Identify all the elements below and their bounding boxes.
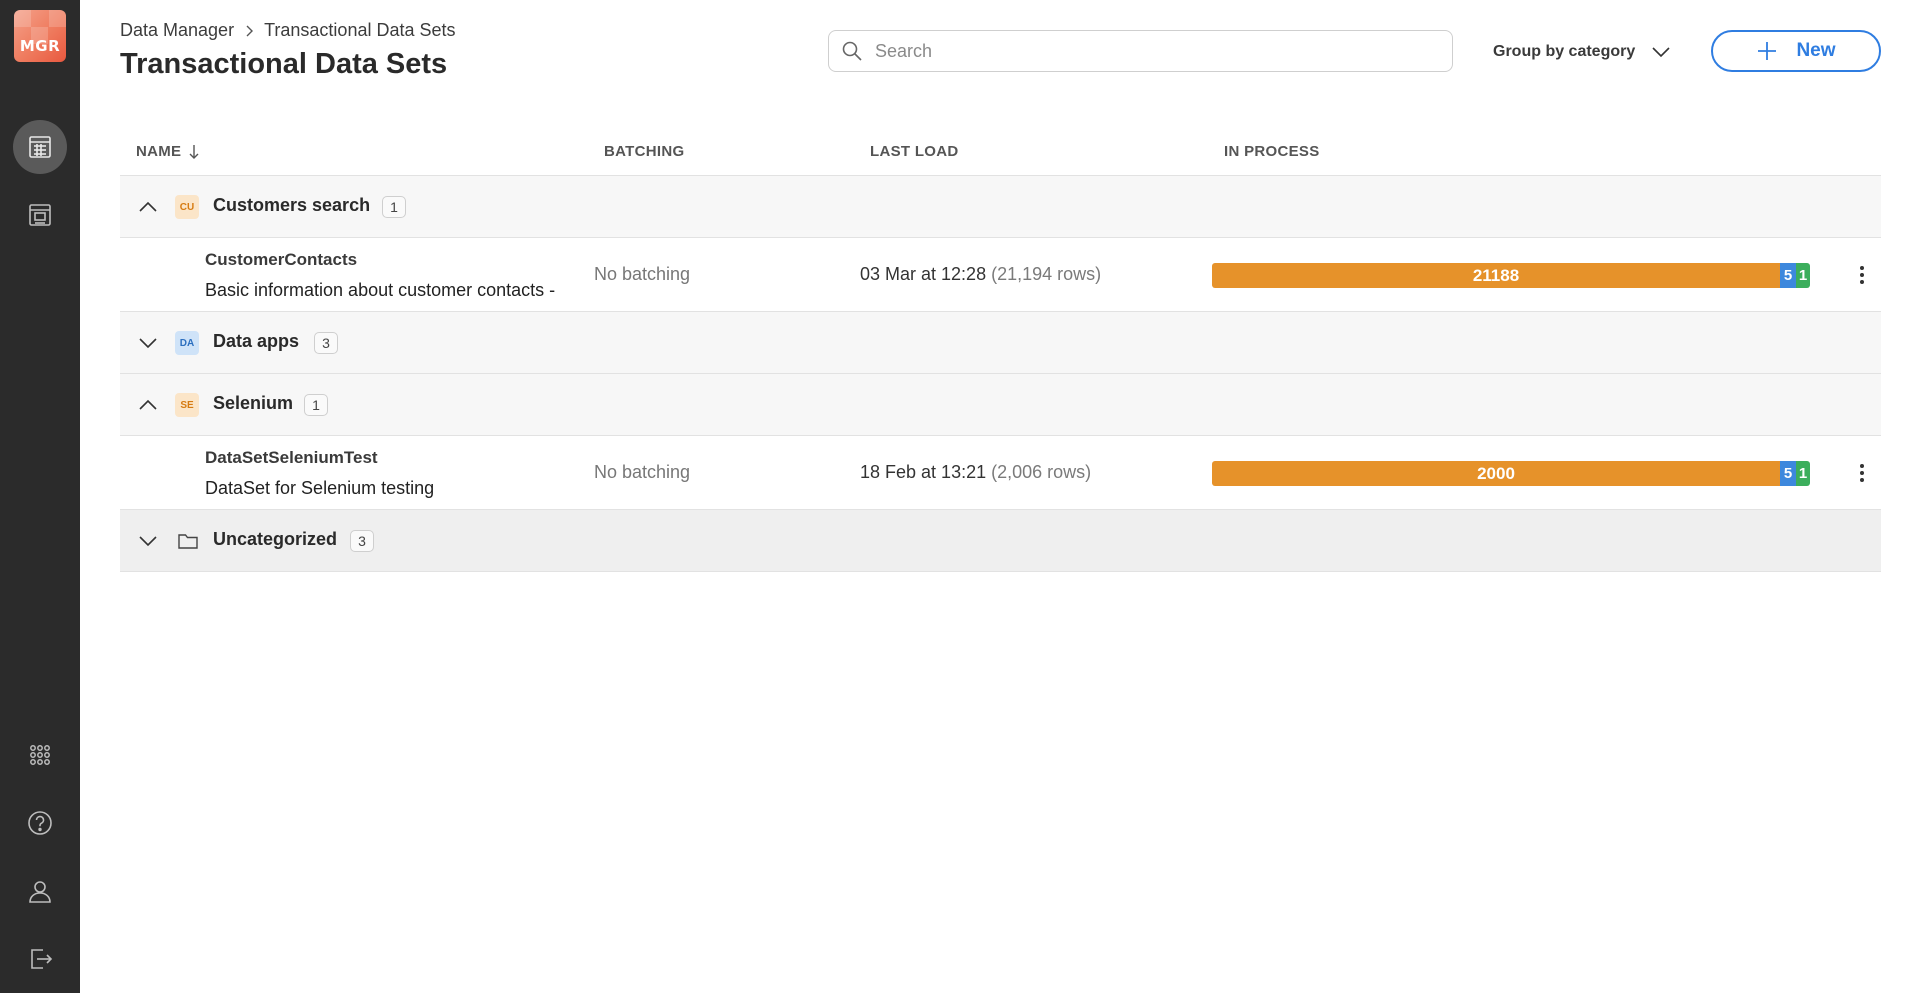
more-options-icon[interactable] (1856, 461, 1868, 485)
group-count: 3 (350, 530, 374, 552)
table-row[interactable]: DataSetSeleniumTest DataSet for Selenium… (120, 436, 1881, 510)
batching-value: No batching (594, 264, 691, 284)
table-row[interactable]: CustomerContacts Basic information about… (120, 238, 1881, 312)
group-name: Selenium (213, 393, 294, 413)
help-icon (28, 811, 52, 835)
column-header-last-load[interactable]: LAST LOAD (870, 143, 959, 160)
chevron-up-icon[interactable] (136, 393, 160, 417)
category-badge: DA (175, 331, 199, 355)
logo-text: MGR (19, 37, 61, 55)
sort-descending-icon (189, 144, 199, 159)
queued-count: 5 (1780, 263, 1796, 288)
chevron-down-icon[interactable] (136, 529, 160, 553)
last-load-date: 18 Feb at 13:21 (860, 462, 987, 482)
plus-icon (1758, 42, 1777, 60)
data-sets-table: NAME BATCHING LAST LOAD IN PROCESS CU Cu… (120, 128, 1881, 572)
sidebar-item-logout[interactable] (13, 932, 67, 986)
group-by-dropdown[interactable]: Group by category (1493, 40, 1673, 64)
chevron-right-icon (246, 25, 254, 36)
column-header-in-process[interactable]: IN PROCESS (1224, 143, 1320, 160)
more-options-icon[interactable] (1856, 263, 1868, 287)
last-load-date: 03 Mar at 12:28 (860, 264, 987, 284)
group-name: Data apps (213, 331, 300, 351)
group-name: Uncategorized (213, 529, 338, 549)
breadcrumb-item-current: Transactional Data Sets (264, 20, 456, 40)
folder-icon (178, 534, 198, 549)
in-process-count: 21188 (1212, 263, 1780, 288)
group-count: 3 (314, 332, 338, 354)
group-row-uncategorized[interactable]: Uncategorized 3 (120, 510, 1881, 572)
sidebar-item-help[interactable] (13, 796, 67, 850)
last-load-rows: (2,006 rows) (991, 462, 1092, 482)
done-count: 1 (1796, 263, 1810, 288)
group-by-label: Group by category (1493, 43, 1636, 60)
group-count: 1 (304, 394, 328, 416)
new-button[interactable]: New (1711, 30, 1881, 72)
app-logo[interactable]: MGR (14, 10, 66, 62)
group-name: Customers search (213, 195, 371, 215)
chevron-down-icon[interactable] (136, 331, 160, 355)
search-input[interactable] (875, 40, 1435, 62)
sidebar: MGR (0, 0, 80, 993)
group-row-selenium[interactable]: SE Selenium 1 (120, 374, 1881, 436)
table-header: NAME BATCHING LAST LOAD IN PROCESS (120, 128, 1881, 176)
category-badge: CU (175, 195, 199, 219)
sidebar-item-data-sets[interactable] (13, 120, 67, 174)
logo-tile (14, 10, 31, 27)
data-set-description: DataSet for Selenium testing (205, 478, 435, 498)
search-box[interactable] (828, 30, 1453, 72)
in-process-count: 2000 (1212, 461, 1780, 486)
page-title: Transactional Data Sets (120, 48, 448, 80)
new-button-label: New (1796, 40, 1836, 61)
category-badge: SE (175, 393, 199, 417)
data-set-name[interactable]: CustomerContacts (205, 250, 357, 270)
sidebar-item-apps[interactable] (13, 728, 67, 782)
queued-count: 5 (1780, 461, 1796, 486)
last-load-value: 03 Mar at 12:28 (21,194 rows) (860, 264, 1101, 285)
group-count: 1 (382, 196, 406, 218)
data-sets-icon (29, 136, 51, 158)
chevron-down-icon (1652, 47, 1670, 58)
breadcrumb-item-data-manager[interactable]: Data Manager (120, 20, 234, 41)
batching-value: No batching (594, 462, 691, 482)
last-load-rows: (21,194 rows) (991, 264, 1102, 284)
logout-icon (31, 949, 53, 969)
column-header-batching[interactable]: BATCHING (604, 143, 684, 160)
search-icon (842, 41, 862, 61)
group-row-data-apps[interactable]: DA Data apps 3 (120, 312, 1881, 374)
chevron-up-icon[interactable] (136, 195, 160, 219)
sidebar-item-user[interactable] (13, 864, 67, 918)
column-header-name-label: NAME (136, 143, 182, 160)
user-icon (29, 881, 51, 903)
data-set-name[interactable]: DataSetSeleniumTest (205, 448, 378, 468)
column-header-name[interactable]: NAME (136, 143, 201, 160)
apps-grid-icon (30, 745, 50, 765)
group-row-customers-search[interactable]: CU Customers search 1 (120, 176, 1881, 238)
in-process-bar: 21188 5 1 (1212, 263, 1810, 288)
breadcrumb: Data Manager Transactional Data Sets (120, 20, 456, 41)
done-count: 1 (1796, 461, 1810, 486)
logo-tile (49, 10, 66, 27)
reports-icon (29, 204, 51, 226)
in-process-bar: 2000 5 1 (1212, 461, 1810, 486)
last-load-value: 18 Feb at 13:21 (2,006 rows) (860, 462, 1091, 483)
sidebar-item-reports[interactable] (13, 188, 67, 242)
data-set-description: Basic information about customer contact… (205, 280, 556, 300)
